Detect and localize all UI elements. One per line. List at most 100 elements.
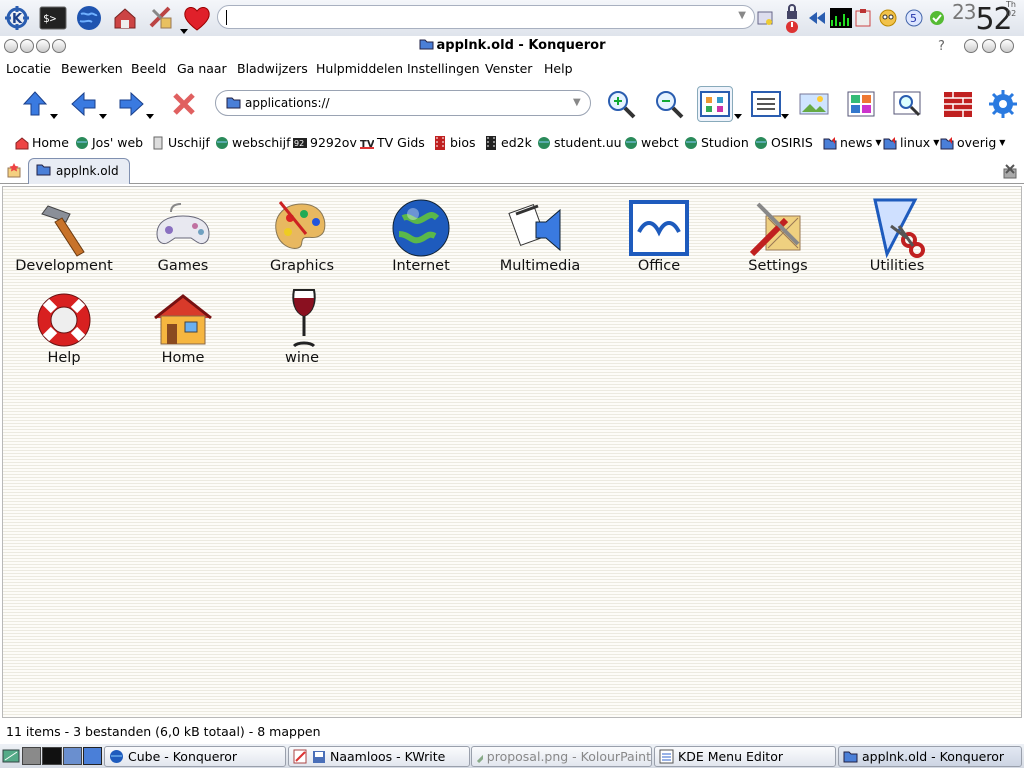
pager-desktop-2[interactable]: [42, 747, 62, 765]
detail-view-button[interactable]: [748, 86, 784, 122]
forward-button[interactable]: [113, 86, 149, 122]
pager-desktop-3[interactable]: [62, 747, 82, 765]
zoom-in-button[interactable]: [603, 86, 639, 122]
item-settings[interactable]: Settings: [719, 196, 837, 274]
detail-view-icon: [751, 91, 781, 117]
terminal-icon[interactable]: $>: [38, 3, 68, 33]
bookmark-label: news: [840, 135, 873, 150]
task-kolourpaint[interactable]: proposal.png - KolourPaint: [471, 746, 652, 767]
browser-globe-icon[interactable]: [74, 3, 104, 33]
menu-help[interactable]: Help: [544, 61, 573, 76]
close-button[interactable]: [1000, 39, 1014, 53]
bookmark-jos-web[interactable]: Jos' web: [75, 135, 143, 150]
item-games[interactable]: Games: [124, 196, 242, 274]
find-button[interactable]: [890, 86, 926, 122]
menu-instellingen[interactable]: Instellingen: [407, 61, 480, 76]
item-development[interactable]: Development: [5, 196, 123, 274]
task-kde-menu-editor[interactable]: KDE Menu Editor: [654, 746, 836, 767]
show-desktop-icon[interactable]: [2, 747, 20, 768]
system-monitor-icon[interactable]: [829, 8, 853, 28]
bookmark-uschijf[interactable]: Uschijf: [151, 135, 210, 150]
bookmark-ed2k[interactable]: ed2k: [484, 135, 532, 150]
bookmark-folder-overig[interactable]: overig ▼: [940, 135, 1005, 150]
pager-desktop-4[interactable]: [82, 747, 102, 765]
multimedia-icon: [508, 203, 561, 252]
command-input[interactable]: ▼: [217, 5, 755, 29]
item-label: wine: [285, 350, 319, 366]
task-cube-konqueror[interactable]: Cube - Konqueror: [104, 746, 286, 767]
zoom-out-button[interactable]: [651, 86, 687, 122]
chevron-down-icon: ▼: [933, 138, 940, 147]
up-button[interactable]: [17, 86, 53, 122]
home-package-icon[interactable]: [110, 3, 140, 33]
new-tab-icon[interactable]: [6, 162, 22, 181]
item-help[interactable]: Help: [5, 288, 123, 366]
bookmark-osiris[interactable]: OSIRIS: [754, 135, 813, 150]
image-icon: [799, 93, 829, 115]
location-input[interactable]: applications://: [245, 96, 330, 110]
bookmark-webschijf[interactable]: webschijf: [215, 135, 291, 150]
klipper-icon[interactable]: [854, 8, 872, 28]
menu-bewerken[interactable]: Bewerken: [61, 61, 123, 76]
icon-view-button[interactable]: [697, 86, 733, 122]
globe-icon: [76, 136, 88, 149]
task-applnk-konqueror[interactable]: applnk.old - Konqueror: [838, 746, 1022, 767]
kde-menu-icon[interactable]: K: [2, 3, 32, 33]
menu-locatie[interactable]: Locatie: [6, 61, 51, 76]
stop-button[interactable]: [166, 86, 202, 122]
messenger-icon[interactable]: [877, 8, 899, 28]
minimize-button[interactable]: [964, 39, 978, 53]
heart-icon[interactable]: [182, 3, 212, 33]
gear-icon: [989, 90, 1017, 118]
zoom-in-icon: [608, 91, 636, 119]
task-kwrite[interactable]: Naamloos - KWrite: [288, 746, 470, 767]
item-office[interactable]: Office: [600, 196, 718, 274]
bookmark-bios[interactable]: bios: [433, 135, 476, 150]
desktop-5-icon[interactable]: 5: [905, 8, 923, 28]
update-check-icon[interactable]: [928, 8, 946, 28]
desktop-pager[interactable]: [22, 747, 102, 765]
bookmark-student-uu[interactable]: student.uu: [537, 135, 622, 150]
window-title: applnk.old - Konqueror: [0, 38, 1024, 53]
split-view-button[interactable]: [843, 86, 879, 122]
find-icon: [893, 91, 921, 117]
logout-icon[interactable]: [783, 17, 801, 37]
close-tab-icon[interactable]: [1002, 163, 1018, 182]
menu-hulpmiddelen[interactable]: Hulpmiddelen: [316, 61, 403, 76]
disk-icon: [313, 750, 325, 763]
firewall-button[interactable]: [940, 86, 976, 122]
menu-ga-naar[interactable]: Ga naar: [177, 61, 227, 76]
split-view-icon: [847, 91, 875, 117]
bookmark-folder-linux[interactable]: linux ▼: [883, 135, 939, 150]
control-center-icon[interactable]: [146, 3, 188, 34]
chevron-down-icon[interactable]: ▼: [738, 10, 746, 21]
rewind-icon[interactable]: [808, 8, 826, 28]
chevron-down-icon[interactable]: ▼: [573, 97, 581, 108]
menu-venster[interactable]: Venster: [485, 61, 532, 76]
item-multimedia[interactable]: Multimedia: [481, 196, 599, 274]
bookmark-folder-news[interactable]: news ▼: [823, 135, 882, 150]
menu-beeld[interactable]: Beeld: [131, 61, 166, 76]
item-utilities[interactable]: Utilities: [838, 196, 956, 274]
image-viewer-button[interactable]: [796, 86, 832, 122]
item-internet[interactable]: Internet: [362, 196, 480, 274]
bookmark-home[interactable]: Home: [15, 135, 69, 150]
item-wine[interactable]: wine: [243, 288, 361, 366]
bookmark-studion[interactable]: Studion: [684, 135, 749, 150]
menu-bladwijzers[interactable]: Bladwijzers: [237, 61, 308, 76]
bookmark-tv-gids[interactable]: TV TV Gids: [360, 135, 425, 150]
bookmark-label: Uschijf: [168, 135, 210, 150]
settings-button[interactable]: [985, 86, 1021, 122]
help-button[interactable]: ?: [938, 39, 945, 54]
back-button[interactable]: [66, 86, 102, 122]
pager-desktop-1[interactable]: [22, 747, 42, 765]
globe-icon: [625, 136, 637, 149]
network-tray-icon[interactable]: [756, 8, 774, 28]
bookmark-9292ov[interactable]: 92 9292ov: [293, 135, 357, 150]
clock-day: Th 02: [1006, 0, 1017, 18]
maximize-button[interactable]: [982, 39, 996, 53]
bookmark-webct[interactable]: webct: [624, 135, 679, 150]
item-graphics[interactable]: Graphics: [243, 196, 361, 274]
menu-editor-icon: [659, 749, 674, 764]
item-home[interactable]: Home: [124, 288, 242, 366]
